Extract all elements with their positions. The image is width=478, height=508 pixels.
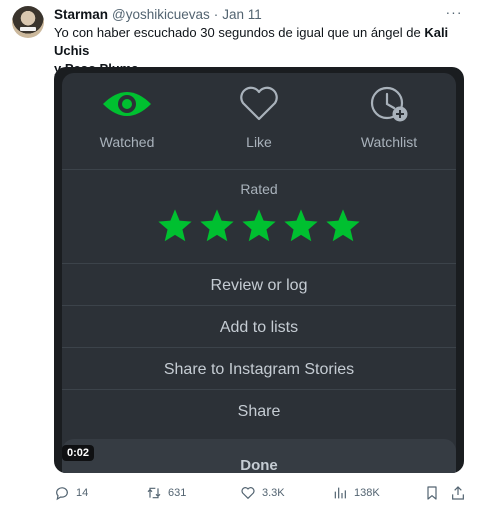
bookmark-button[interactable] bbox=[424, 484, 440, 502]
share-icon bbox=[452, 486, 464, 500]
bookmark-icon bbox=[427, 486, 437, 500]
more-horizontal-icon[interactable]: ··· bbox=[444, 5, 464, 21]
divider bbox=[62, 305, 456, 306]
eye-icon bbox=[103, 92, 151, 116]
star-icon[interactable] bbox=[324, 207, 362, 245]
views-count: 138K bbox=[354, 487, 380, 499]
like-count: 3.3K bbox=[262, 487, 285, 499]
author-name[interactable]: Starman bbox=[54, 7, 108, 22]
author-handle[interactable]: @yoshikicuevas bbox=[112, 7, 210, 22]
divider bbox=[62, 169, 456, 170]
tweet[interactable]: Starman @yoshikicuevas · Jan 11 ··· Yo c… bbox=[0, 0, 478, 508]
star-icon[interactable] bbox=[240, 207, 278, 245]
rated-label: Rated bbox=[240, 181, 278, 197]
tweet-date[interactable]: Jan 11 bbox=[222, 7, 262, 22]
tweet-header: Starman @yoshikicuevas · Jan 11 bbox=[54, 6, 262, 22]
divider bbox=[62, 389, 456, 390]
clock-plus-icon bbox=[370, 86, 408, 122]
add-to-lists-option[interactable]: Add to lists bbox=[62, 319, 456, 337]
reply-icon bbox=[56, 487, 68, 501]
tweet-actions: 14 631 3.3K 138K bbox=[54, 484, 468, 502]
repost-icon bbox=[147, 487, 161, 499]
repost-count: 631 bbox=[168, 487, 187, 499]
tweet-text-plain: Yo con haber escuchado 30 segundos de ig… bbox=[54, 25, 425, 40]
watched-label: Watched bbox=[99, 134, 155, 150]
views-button[interactable]: 138K bbox=[332, 484, 380, 502]
like-label: Like bbox=[246, 134, 272, 150]
watchlist-label: Watchlist bbox=[360, 134, 418, 150]
reply-count: 14 bbox=[76, 487, 89, 499]
like-icon bbox=[241, 487, 255, 499]
star-icon[interactable] bbox=[156, 207, 194, 245]
review-or-log-option[interactable]: Review or log bbox=[62, 277, 456, 295]
like-action[interactable]: Like bbox=[214, 85, 304, 150]
divider bbox=[62, 263, 456, 264]
views-icon bbox=[334, 487, 346, 499]
video-timestamp: 0:02 bbox=[62, 445, 95, 461]
watched-action[interactable]: Watched bbox=[82, 85, 172, 150]
divider bbox=[62, 347, 456, 348]
share-instagram-option[interactable]: Share to Instagram Stories bbox=[62, 361, 456, 379]
avatar[interactable] bbox=[12, 6, 44, 38]
share-option[interactable]: Share bbox=[62, 403, 456, 421]
star-icon[interactable] bbox=[282, 207, 320, 245]
like-button[interactable]: 3.3K bbox=[240, 484, 285, 502]
video-player[interactable]: Watched Like Watchlist Rated Review or l… bbox=[54, 67, 464, 473]
share-button[interactable] bbox=[450, 484, 466, 502]
done-button[interactable]: Done bbox=[62, 457, 456, 473]
header-separator: · bbox=[213, 6, 219, 22]
heart-icon bbox=[240, 86, 278, 121]
reply-button[interactable]: 14 bbox=[54, 484, 88, 502]
star-rating[interactable] bbox=[156, 207, 362, 249]
action-row: Watched Like Watchlist bbox=[62, 73, 456, 169]
repost-button[interactable]: 631 bbox=[146, 484, 186, 502]
watchlist-action[interactable]: Watchlist bbox=[344, 85, 434, 150]
star-icon[interactable] bbox=[198, 207, 236, 245]
action-sheet: Watched Like Watchlist Rated Review or l… bbox=[62, 73, 456, 473]
